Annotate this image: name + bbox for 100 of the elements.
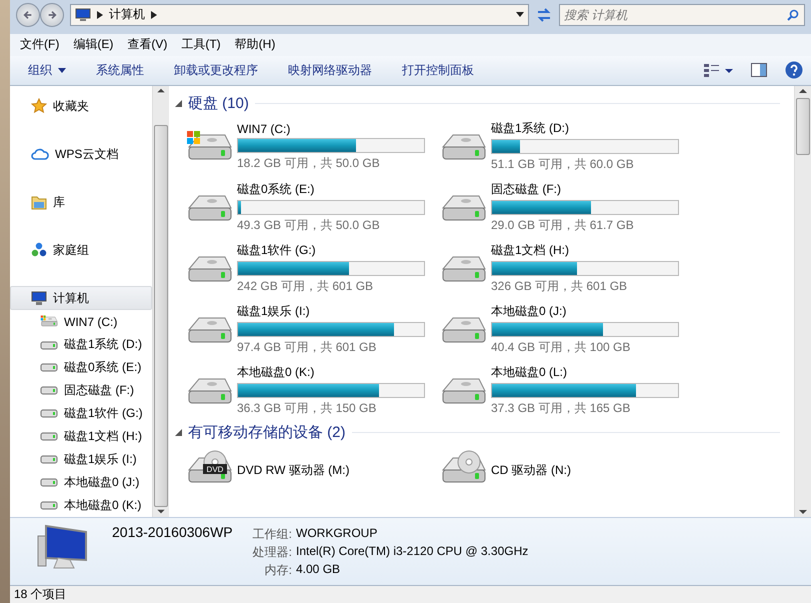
nav-item[interactable]: 磁盘0系统 (E:) [10, 356, 152, 379]
drive-name: DVD RW 驱动器 (M:) [237, 462, 350, 479]
hard-drive-icon [40, 408, 58, 418]
collapse-triangle-icon [175, 428, 182, 436]
group-header[interactable]: 硬盘 (10) [188, 94, 249, 113]
nav-item[interactable]: 本地磁盘0 (K:) [10, 494, 152, 517]
free-space-text: 97.4 GB 可用，共 601 GB [237, 339, 378, 356]
nav-item[interactable]: 收藏夹 [10, 94, 152, 118]
drive-name: CD 驱动器 (N:) [491, 462, 571, 479]
caret-icon [58, 68, 66, 73]
computer-icon [75, 8, 91, 22]
hard-drive-icon [40, 477, 58, 488]
nav-item[interactable]: 本地磁盘0 (J:) [10, 470, 152, 494]
breadcrumb-arrow-icon [151, 10, 157, 19]
drive-tile[interactable]: 本地磁盘0 (J:) 40.4 GB 可用，共 100 GB [439, 299, 693, 360]
search-icon [787, 8, 799, 21]
free-space-text: 51.1 GB 可用，共 60.0 GB [491, 156, 635, 174]
refresh-icon[interactable] [535, 6, 553, 23]
menu-item[interactable]: 帮助(H) [234, 36, 276, 54]
nav-item[interactable]: 磁盘1软件 (G:) [10, 402, 152, 425]
view-options-icon [703, 63, 733, 78]
detail-label: 处理器: [252, 544, 292, 561]
collapse-triangle-icon [175, 100, 182, 107]
nav-item[interactable]: 磁盘1文档 (H:) [10, 424, 152, 448]
toolbar-button[interactable]: 卸载或更改程序 [174, 62, 258, 79]
preview-pane-icon [751, 63, 767, 78]
drive-tile[interactable]: 本地磁盘0 (K:) 36.3 GB 可用，共 150 GB [185, 360, 439, 422]
nav-item[interactable]: 库 [10, 190, 152, 214]
forward-arrow-icon [47, 8, 57, 21]
free-space-text: 29.0 GB 可用，共 61.7 GB [491, 217, 635, 234]
homegroup-icon [31, 242, 47, 258]
back-arrow-icon [23, 8, 33, 21]
detail-value: WORKGROUP [296, 526, 378, 542]
organize-menu[interactable]: 组织 [28, 62, 66, 79]
drive-tile[interactable]: 磁盘1娱乐 (I:) 97.4 GB 可用，共 601 GB [185, 299, 439, 360]
drive-name: 本地磁盘0 (K:) [237, 364, 316, 382]
drive-name: 磁盘1软件 (G:) [237, 242, 317, 260]
hard-drive-icon [40, 500, 58, 510]
star-icon [31, 98, 47, 114]
toolbar-button[interactable]: 打开控制面板 [402, 62, 474, 79]
detail-value: 4.00 GB [296, 562, 342, 578]
free-space-text: 18.2 GB 可用，共 50.0 GB [237, 154, 381, 172]
free-space-text: 242 GB 可用，共 601 GB [237, 278, 374, 296]
scrollbar-thumb[interactable] [154, 125, 168, 508]
nav-item[interactable]: WIN7 (C:) [10, 310, 152, 334]
menu-item[interactable]: 文件(F) [20, 36, 60, 54]
nav-item[interactable]: 家庭组 [10, 238, 152, 262]
drive-name: 本地磁盘0 (L:) [491, 364, 568, 382]
nav-item[interactable]: 磁盘1娱乐 (I:) [10, 448, 152, 471]
scrollbar[interactable] [152, 86, 169, 517]
breadcrumb-arrow-icon [97, 10, 103, 19]
search-field[interactable]: 搜索 计算机 [559, 4, 805, 26]
forward-button[interactable] [40, 2, 64, 27]
free-space-text: 49.3 GB 可用，共 50.0 GB [237, 217, 381, 234]
nav-item[interactable]: 计算机 [10, 286, 152, 310]
folder-icon [31, 194, 47, 210]
menu-item[interactable]: 编辑(E) [73, 36, 114, 54]
detail-label: 工作组: [252, 526, 292, 543]
toolbar-button[interactable]: 系统属性 [96, 62, 144, 79]
nav-item[interactable]: WPS云文档 [10, 142, 152, 166]
drive-tile[interactable]: 磁盘1文档 (H:) 326 GB 可用，共 601 GB [439, 238, 693, 300]
scrollbar-thumb[interactable] [796, 98, 810, 156]
menu-item[interactable]: 工具(T) [181, 36, 221, 54]
drive-tile[interactable]: DVD DVD RW 驱动器 (M:) [185, 445, 439, 496]
drive-tile[interactable]: 本地磁盘0 (L:) 37.3 GB 可用，共 165 GB [439, 360, 693, 422]
drive-tile[interactable]: WIN7 (C:) 18.2 GB 可用，共 50.0 GB [185, 116, 439, 178]
nav-item[interactable]: 固态磁盘 (F:) [10, 378, 152, 402]
drive-tile[interactable]: 磁盘1系统 (D:) 51.1 GB 可用，共 60.0 GB [439, 116, 693, 178]
hard-drive-icon [40, 385, 58, 396]
drive-tile[interactable]: 磁盘0系统 (E:) 49.3 GB 可用，共 50.0 GB [185, 177, 439, 238]
dropdown-arrow-icon [516, 12, 524, 18]
drive-name: 磁盘0系统 (E:) [237, 181, 316, 198]
windows-drive-icon [40, 314, 58, 330]
drive-tile[interactable]: CD 驱动器 (N:) [439, 445, 693, 496]
group-header[interactable]: 有可移动存储的设备 (2) [188, 422, 346, 442]
menu-item[interactable]: 查看(V) [127, 36, 168, 54]
hard-drive-icon [40, 431, 58, 442]
toolbar-button[interactable]: 映射网络驱动器 [288, 62, 372, 79]
computer-icon [31, 290, 47, 306]
free-space-text: 36.3 GB 可用，共 150 GB [237, 400, 378, 418]
breadcrumb[interactable]: 计算机 [109, 6, 145, 24]
status-text: 18 个项目 [14, 586, 67, 603]
detail-label: 内存: [264, 562, 292, 579]
cloud-icon [31, 147, 49, 162]
free-space-text: 40.4 GB 可用，共 100 GB [491, 339, 632, 356]
hard-drive-icon [40, 340, 58, 350]
address-bar[interactable]: 计算机 [70, 4, 529, 26]
help-icon [785, 61, 803, 80]
detail-value: Intel(R) Core(TM) i3-2120 CPU @ 3.30GHz [296, 544, 528, 560]
scrollbar[interactable] [794, 86, 811, 517]
drive-name: 本地磁盘0 (J:) [491, 303, 568, 320]
drive-name: 磁盘1文档 (H:) [491, 242, 570, 260]
drive-tile[interactable]: 磁盘1软件 (G:) 242 GB 可用，共 601 GB [185, 238, 439, 300]
nav-item[interactable]: 磁盘1系统 (D:) [10, 333, 152, 356]
hard-drive-icon [40, 454, 58, 464]
drive-tile[interactable]: 固态磁盘 (F:) 29.0 GB 可用，共 61.7 GB [439, 177, 693, 238]
computer-name: 2013-20160306WP [112, 524, 233, 542]
drive-name: 磁盘1娱乐 (I:) [237, 303, 311, 320]
back-button[interactable] [16, 2, 40, 27]
drive-name: 固态磁盘 (F:) [491, 181, 562, 198]
